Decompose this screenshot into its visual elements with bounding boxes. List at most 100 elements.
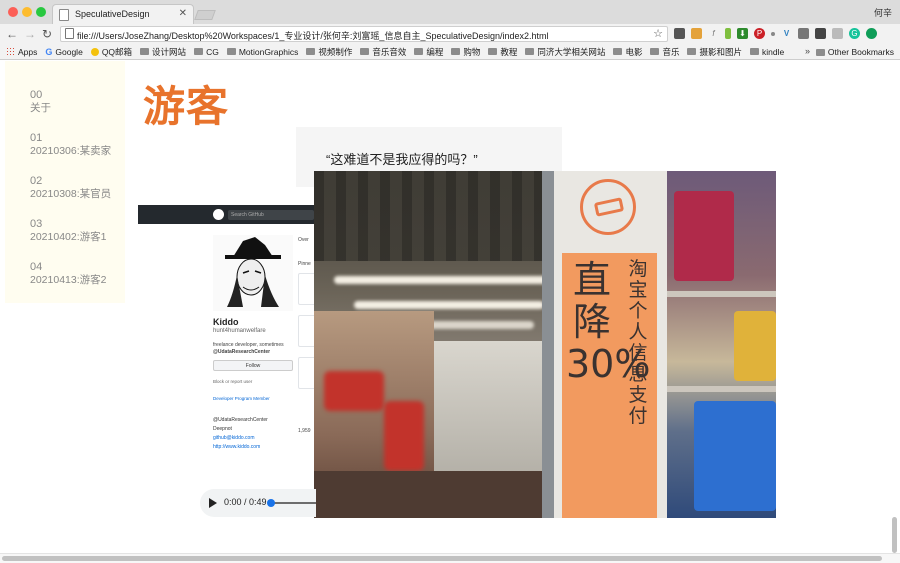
bookmark-label: Apps xyxy=(18,46,38,57)
nav-number: 04 xyxy=(30,261,43,273)
forward-arrow-icon[interactable]: → xyxy=(24,27,36,41)
window-titlebar: SpeculativeDesign ✕ 何辛 xyxy=(0,0,900,24)
vue-icon[interactable]: V xyxy=(781,28,792,39)
browser-toolbar: ← → ↻ file:///Users/JoseZhang/Desktop%20… xyxy=(0,24,900,44)
sidebar-item-about[interactable]: 00 关于 xyxy=(30,89,125,115)
github-org: @UdataResearchCenter xyxy=(213,417,268,423)
bookmark-folder[interactable]: kindle xyxy=(749,47,784,57)
bookmark-label: QQ邮箱 xyxy=(101,46,133,57)
bookmark-label: 同济大学相关网站 xyxy=(537,46,606,57)
bookmarks-overflow-button[interactable]: » xyxy=(805,46,810,56)
bookmark-folder[interactable]: 购物 xyxy=(451,46,480,58)
nav-number: 03 xyxy=(30,218,43,230)
audio-player: 0:00 / 0:49 xyxy=(200,489,316,517)
nav-label: 20210306:某卖家 xyxy=(30,145,112,157)
bookmark-label: 摄影和图片 xyxy=(699,46,742,57)
bookmark-folder[interactable]: 教程 xyxy=(488,46,517,58)
profile-name[interactable]: 何辛 xyxy=(874,6,892,19)
new-tab-button[interactable] xyxy=(194,10,216,20)
github-website: http://www.kiddo.com xyxy=(213,444,261,450)
photo-shelf-edge xyxy=(667,291,776,297)
folder-icon xyxy=(613,48,623,55)
bookmark-folder[interactable]: 编程 xyxy=(414,46,443,58)
photo-product xyxy=(674,191,734,281)
bookmark-folder[interactable]: 同济大学相关网站 xyxy=(525,46,605,58)
nav-label: 20210402:游客1 xyxy=(30,231,107,243)
bookmark-google[interactable]: G Google xyxy=(45,47,82,57)
github-login: hunt4humanwelfare xyxy=(213,328,266,334)
bookmark-folder[interactable]: 电影 xyxy=(613,46,642,58)
folder-icon xyxy=(414,48,424,55)
vertical-scrollbar-thumb[interactable] xyxy=(892,517,897,553)
back-arrow-icon[interactable]: ← xyxy=(6,27,18,41)
quote-text: “这难道不是我应得的吗？” xyxy=(326,152,478,167)
bookmark-folder[interactable]: CG xyxy=(194,47,219,57)
audio-time: 0:00 / 0:49 xyxy=(224,497,267,507)
bookmark-folder[interactable]: 音乐音效 xyxy=(360,46,406,58)
formula-icon[interactable]: f xyxy=(708,28,719,39)
bookmark-folder[interactable]: MotionGraphics xyxy=(226,46,299,57)
github-pinned-label: Pinne xyxy=(298,261,311,267)
audio-seek-bar[interactable] xyxy=(270,502,316,504)
download-icon[interactable]: ⬇ xyxy=(737,28,748,39)
close-tab-icon[interactable]: ✕ xyxy=(179,8,187,19)
github-details: @UdataResearchCenter Deepnot github@kidd… xyxy=(213,416,268,452)
nav-label: 20210413:游客2 xyxy=(30,274,107,286)
address-url[interactable]: file:///Users/JoseZhang/Desktop%20Worksp… xyxy=(77,29,549,42)
photo-product xyxy=(694,401,776,511)
horizontal-scrollbar[interactable] xyxy=(0,553,900,563)
dot-icon[interactable] xyxy=(771,32,775,36)
green-circle-icon[interactable] xyxy=(866,28,877,39)
grammarly-icon[interactable]: G xyxy=(849,28,860,39)
minimize-window-button[interactable] xyxy=(22,7,32,17)
photo-product xyxy=(324,371,384,411)
cast-icon[interactable] xyxy=(815,28,826,39)
github-follow-button: Follow xyxy=(213,360,293,371)
handshake-icon xyxy=(580,179,636,235)
avatar xyxy=(213,235,293,311)
lamp-icon[interactable] xyxy=(725,28,731,39)
bookmark-qqmail[interactable]: QQ邮箱 xyxy=(90,46,133,58)
sidebar-item-tourist-1[interactable]: 03 20210402:游客1 xyxy=(30,218,125,244)
horizontal-scrollbar-thumb[interactable] xyxy=(2,556,882,561)
bookmark-folder[interactable]: 摄影和图片 xyxy=(687,46,742,58)
tab-title: SpeculativeDesign xyxy=(75,9,150,19)
play-icon[interactable] xyxy=(209,498,217,508)
bookmark-label: Other Bookmarks xyxy=(827,47,894,57)
close-window-button[interactable] xyxy=(8,7,18,17)
sidebar-item-seller[interactable]: 01 20210306:某卖家 xyxy=(30,132,125,158)
folder-icon xyxy=(815,48,825,56)
bookmark-folder[interactable]: 视频制作 xyxy=(306,46,352,58)
github-tab-overview: Over xyxy=(298,237,309,243)
photo-light xyxy=(354,301,544,309)
maximize-window-button[interactable] xyxy=(36,7,46,17)
sidebar-item-tourist-2[interactable]: 04 20210413:游客2 xyxy=(30,261,125,287)
photo-shelf-edge xyxy=(667,386,776,392)
sidebar-item-official[interactable]: 02 20210308:某官员 xyxy=(30,175,125,201)
github-profile-screenshot: Search GitHub Kiddo hunt4humanwelfare fr… xyxy=(138,205,318,480)
github-email: github@kiddo.com xyxy=(213,435,255,441)
evernote-icon[interactable] xyxy=(674,28,685,39)
address-bar[interactable]: file:///Users/JoseZhang/Desktop%20Worksp… xyxy=(60,26,668,42)
bookmark-label: 设计网站 xyxy=(152,46,187,57)
chapter-sidebar: 00 关于 01 20210306:某卖家 02 20210308:某官员 03… xyxy=(5,61,125,303)
github-bio-line: freelance developer, sometimes xyxy=(213,342,284,348)
pinterest-icon[interactable]: P xyxy=(754,28,765,39)
bookmark-star-icon[interactable]: ☆ xyxy=(653,27,663,40)
folder-icon xyxy=(687,48,697,55)
puzzle-icon[interactable] xyxy=(798,28,809,39)
bookmark-label: MotionGraphics xyxy=(238,46,299,57)
github-header: Search GitHub xyxy=(138,205,318,224)
bookmark-label: 购物 xyxy=(463,46,481,57)
bookmark-folder[interactable]: 音乐 xyxy=(650,46,679,58)
audio-seek-thumb[interactable] xyxy=(267,499,275,507)
browser-tab[interactable]: SpeculativeDesign ✕ xyxy=(52,4,194,24)
reload-icon[interactable]: ↻ xyxy=(42,27,52,41)
github-bio: freelance developer, sometimes @UdataRes… xyxy=(213,342,284,356)
chrome-color-icon[interactable] xyxy=(691,28,702,39)
folder-icon xyxy=(650,48,660,55)
shield-icon[interactable] xyxy=(832,28,843,39)
other-bookmarks[interactable]: Other Bookmarks xyxy=(815,47,894,57)
bookmark-folder[interactable]: 设计网站 xyxy=(140,46,186,58)
bookmark-apps[interactable]: Apps xyxy=(6,47,37,57)
